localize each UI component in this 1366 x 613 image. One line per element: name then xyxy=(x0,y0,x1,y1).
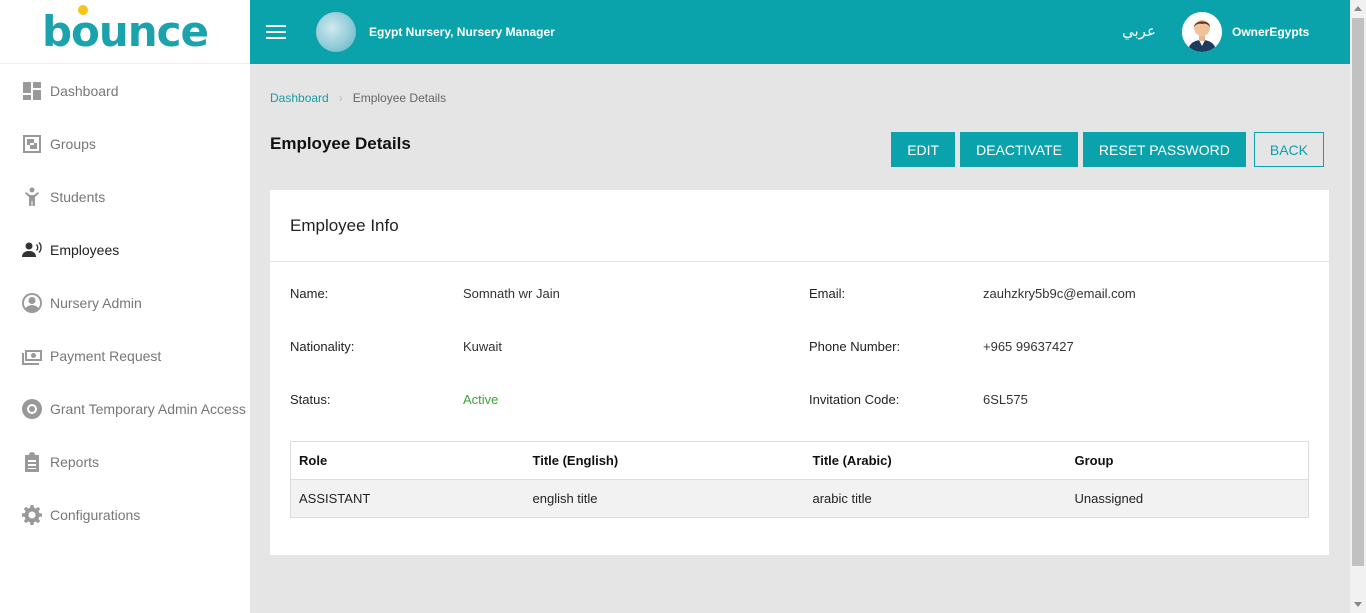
sidebar-item-label: Employees xyxy=(50,241,120,258)
phone-label: Phone Number: xyxy=(809,339,901,354)
table-row: ASSISTANT english title arabic title Una… xyxy=(290,479,1309,518)
bounce-logo[interactable]: bounce xyxy=(41,5,209,56)
invitation-code-label: Invitation Code: xyxy=(809,392,900,407)
nursery-name: Egypt Nursery, Nursery Manager xyxy=(369,25,555,39)
breadcrumb-dashboard-link[interactable]: Dashboard xyxy=(270,91,329,105)
lifebuoy-icon xyxy=(22,398,42,419)
card-title: Employee Info xyxy=(270,190,1329,262)
phone-value: +965 99637427 xyxy=(983,339,1074,354)
logo-text: bounce xyxy=(41,7,209,56)
money-icon xyxy=(22,346,42,366)
logo-dot xyxy=(77,5,88,15)
cell-title-arabic: arabic title xyxy=(804,479,1067,518)
scrollbar[interactable] xyxy=(1350,0,1366,613)
language-toggle[interactable]: عربي xyxy=(1122,22,1156,40)
groups-icon xyxy=(22,134,42,154)
column-header-title-english: Title (English) xyxy=(524,441,805,480)
deactivate-button[interactable]: DEACTIVATE xyxy=(960,132,1078,167)
name-label: Name: xyxy=(290,286,329,301)
sidebar-item-label: Dashboard xyxy=(50,82,119,99)
logo-container[interactable]: bounce xyxy=(0,0,250,64)
action-buttons: EDIT DEACTIVATE RESET PASSWORD BACK xyxy=(891,132,1324,167)
employees-icon xyxy=(22,240,42,260)
invitation-code-value: 6SL575 xyxy=(983,392,1028,407)
sidebar-item-payment-request[interactable]: Payment Request xyxy=(0,329,250,382)
nationality-label: Nationality: xyxy=(290,339,355,354)
clipboard-icon xyxy=(22,451,42,472)
column-header-title-arabic: Title (Arabic) xyxy=(804,441,1067,480)
sidebar-item-dashboard[interactable]: Dashboard xyxy=(0,64,250,117)
dashboard-icon xyxy=(22,81,42,101)
scroll-down-arrow-icon[interactable] xyxy=(1354,602,1362,607)
cell-group: Unassigned xyxy=(1066,479,1309,518)
sidebar-item-grant-access[interactable]: Grant Temporary Admin Access xyxy=(0,382,250,435)
sidebar-nav: Dashboard Groups Students Employees Nurs… xyxy=(0,64,250,541)
avatar[interactable] xyxy=(1182,12,1222,52)
edit-button[interactable]: EDIT xyxy=(891,132,956,167)
scroll-thumb[interactable] xyxy=(1352,18,1364,566)
sidebar-item-label: Nursery Admin xyxy=(50,294,142,311)
table-header-row: Role Title (English) Title (Arabic) Grou… xyxy=(290,441,1309,480)
person-circle-icon xyxy=(22,292,42,313)
sidebar-item-label: Payment Request xyxy=(50,347,162,364)
top-header: Egypt Nursery, Nursery Manager عربي Owne… xyxy=(250,0,1350,64)
nationality-value: Kuwait xyxy=(463,339,503,354)
sidebar-item-label: Students xyxy=(50,188,106,205)
sidebar-item-label: Groups xyxy=(50,135,96,152)
employee-info-card: Employee Info Name: Somnath wr Jain Emai… xyxy=(270,190,1329,555)
sidebar-item-configurations[interactable]: Configurations xyxy=(0,488,250,541)
name-value: Somnath wr Jain xyxy=(463,286,560,301)
sidebar-item-groups[interactable]: Groups xyxy=(0,117,250,170)
scroll-up-arrow-icon[interactable] xyxy=(1354,6,1362,11)
sidebar-item-students[interactable]: Students xyxy=(0,170,250,223)
sidebar-item-label: Grant Temporary Admin Access xyxy=(50,400,246,417)
sidebar: bounce Dashboard Groups Students Employe… xyxy=(0,0,250,613)
sidebar-item-reports[interactable]: Reports xyxy=(0,435,250,488)
chevron-right-icon: › xyxy=(338,91,343,105)
sidebar-item-label: Reports xyxy=(50,453,100,470)
email-label: Email: xyxy=(809,286,846,301)
roles-table: Role Title (English) Title (Arabic) Grou… xyxy=(290,441,1309,518)
gear-icon xyxy=(22,504,42,525)
sidebar-item-label: Configurations xyxy=(50,506,141,523)
email-value: zauhzkry5b9c@email.com xyxy=(983,286,1136,301)
column-header-group: Group xyxy=(1066,441,1309,480)
back-button[interactable]: BACK xyxy=(1253,132,1324,167)
column-header-role: Role xyxy=(290,441,525,480)
breadcrumb: Dashboard › Employee Details xyxy=(270,91,446,105)
breadcrumb-current: Employee Details xyxy=(352,91,447,105)
student-icon xyxy=(22,187,42,207)
user-name[interactable]: OwnerEgypts xyxy=(1232,25,1309,39)
sidebar-item-nursery-admin[interactable]: Nursery Admin xyxy=(0,276,250,329)
reset-password-button[interactable]: RESET PASSWORD xyxy=(1082,132,1246,167)
nursery-logo xyxy=(316,12,356,52)
menu-toggle-icon[interactable] xyxy=(266,25,286,39)
cell-role: ASSISTANT xyxy=(290,479,525,518)
sidebar-item-employees[interactable]: Employees xyxy=(0,223,250,276)
page-title: Employee Details xyxy=(270,134,411,153)
status-badge: Active xyxy=(463,392,499,407)
status-label: Status: xyxy=(290,392,331,407)
cell-title-english: english title xyxy=(524,479,805,518)
